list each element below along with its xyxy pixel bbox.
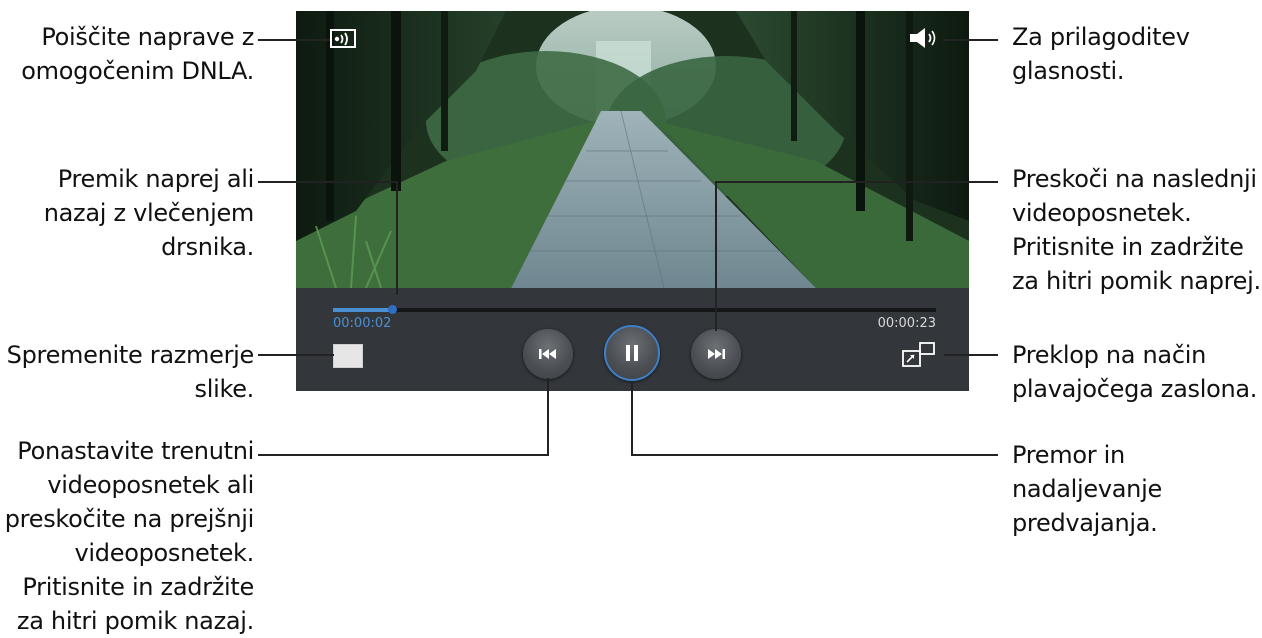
leader-line: [631, 381, 633, 456]
volume-button[interactable]: [908, 25, 942, 51]
volume-icon: [910, 28, 936, 48]
annotation-line: Poiščite naprave z: [41, 23, 254, 51]
dlna-icon: [330, 29, 356, 48]
annotation-line: videoposnetek.: [74, 539, 255, 567]
leader-line: [258, 454, 549, 456]
current-time: 00:00:02: [333, 316, 392, 331]
pause-button[interactable]: [604, 325, 660, 381]
next-icon: [708, 349, 725, 359]
annotation-line: preskočite na prejšnji: [4, 505, 255, 533]
dlna-button[interactable]: [330, 28, 360, 50]
popup-player-button[interactable]: [901, 340, 937, 370]
popup-player-icon: [902, 342, 935, 367]
annotation-popup: Preklop na način plavajočega zaslona.: [1012, 338, 1257, 406]
annotation-line: nadaljevanje: [1012, 475, 1162, 503]
annotation-line: Preskoči na naslednji: [1012, 165, 1257, 193]
previous-button[interactable]: [523, 329, 573, 379]
annotation-line: slike.: [194, 375, 255, 403]
annotation-line: omogočenim DNLA.: [21, 57, 254, 85]
seek-thumb[interactable]: [388, 305, 398, 314]
annotation-previous: Ponastavite trenutni videoposnetek ali p…: [4, 434, 255, 638]
seek-bar[interactable]: [333, 305, 936, 314]
leader-line: [258, 39, 330, 41]
annotation-line: za hitri pomik naprej.: [1012, 267, 1261, 295]
annotation-line: nazaj z vlečenjem: [43, 199, 255, 227]
playback-controls: 00:00:02 00:00:23: [296, 288, 969, 391]
annotation-line: Premor in: [1012, 441, 1125, 469]
aspect-ratio-button[interactable]: [333, 344, 363, 368]
annotation-line: drsnika.: [161, 233, 254, 261]
seek-progress: [333, 308, 394, 312]
leader-line: [942, 39, 998, 41]
pause-icon: [626, 345, 638, 361]
annotation-line: predvajanja.: [1012, 509, 1158, 537]
annotation-line: za hitri pomik nazaj.: [16, 607, 254, 635]
leader-line: [547, 378, 549, 456]
annotation-pause: Premor in nadaljevanje predvajanja.: [1012, 438, 1162, 540]
annotation-line: plavajočega zaslona.: [1012, 375, 1258, 403]
annotation-line: videoposnetek ali: [47, 471, 254, 499]
leader-line: [715, 181, 998, 183]
leader-line: [715, 181, 717, 331]
total-time: 00:00:23: [877, 316, 936, 331]
annotation-aspect: Spremenite razmerje slike.: [6, 338, 255, 406]
previous-icon: [539, 349, 556, 359]
annotation-dlna: Poiščite naprave z omogočenim DNLA.: [21, 20, 254, 88]
annotation-line: Premik naprej ali: [57, 165, 255, 193]
leader-line: [631, 454, 998, 456]
annotation-line: Spremenite razmerje: [6, 341, 255, 369]
next-button[interactable]: [691, 329, 741, 379]
annotation-line: Pritisnite in zadržite: [22, 573, 254, 601]
annotation-line: videoposnetek.: [1012, 199, 1192, 227]
aspect-ratio-icon: [334, 345, 362, 367]
leader-line: [258, 354, 334, 356]
annotation-line: Za prilagoditev: [1012, 23, 1190, 51]
annotation-line: Preklop na način: [1012, 341, 1207, 369]
annotation-line: Pritisnite in zadržite: [1012, 233, 1244, 261]
leader-line: [944, 354, 998, 356]
leader-line: [396, 181, 398, 295]
annotation-line: glasnosti.: [1012, 57, 1125, 85]
annotation-seek: Premik naprej ali nazaj z vlečenjem drsn…: [43, 162, 255, 264]
leader-line: [258, 181, 398, 183]
annotation-line: Ponastavite trenutni: [17, 437, 254, 465]
annotation-volume: Za prilagoditev glasnosti.: [1012, 20, 1190, 88]
annotation-next: Preskoči na naslednji videoposnetek. Pri…: [1012, 162, 1261, 298]
